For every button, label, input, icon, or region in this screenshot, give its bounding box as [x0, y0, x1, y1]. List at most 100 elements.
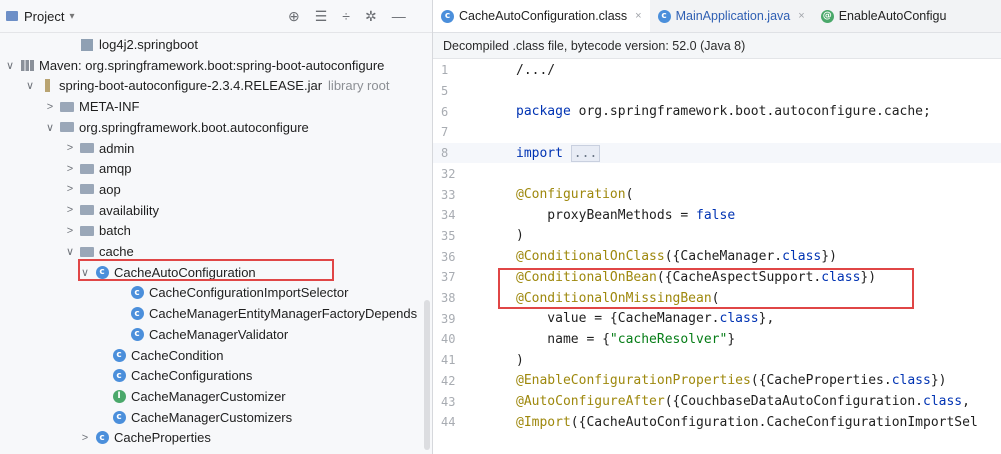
tree-item[interactable]: > c CacheProperties: [0, 427, 211, 448]
chevron-down-icon[interactable]: ∨: [3, 59, 17, 72]
chevron-right-icon[interactable]: >: [43, 101, 57, 113]
code-line: 40 name = {"cacheResolver"}: [433, 329, 1001, 350]
tree-item[interactable]: log4j2.springboot: [0, 34, 198, 55]
code-text: @ConditionalOnMissingBean(: [516, 290, 720, 306]
tree-item[interactable]: I CacheManagerCustomizer: [0, 386, 286, 407]
tree-item-label: CacheConfigurationImportSelector: [149, 285, 349, 301]
tree-item-label: CacheManagerValidator: [149, 326, 289, 342]
line-number: 1: [441, 63, 449, 78]
code-text: proxyBeanMethods = false: [516, 207, 736, 223]
tree-item[interactable]: c CacheManagerEntityManagerFactoryDepends: [0, 303, 417, 324]
tree-item-label: Maven: org.springframework.boot:spring-b…: [39, 57, 385, 73]
log-file-icon: [80, 38, 94, 52]
tree-item-label: cache: [99, 244, 134, 259]
tree-item-label: CacheAutoConfiguration: [114, 264, 256, 280]
expand-all-icon[interactable]: ☰: [315, 8, 328, 25]
hide-icon[interactable]: —: [392, 8, 406, 24]
line-number: 33: [441, 187, 456, 202]
tree-item-label: CacheManagerCustomizer: [131, 388, 286, 404]
tree-item[interactable]: ∨ c CacheAutoConfiguration: [0, 262, 256, 283]
class-icon: c: [112, 410, 126, 424]
code-text: ): [516, 352, 524, 368]
code-line: 42 @EnableConfigurationProperties({CacheP…: [433, 371, 1001, 392]
tree-item-label: CacheManagerCustomizers: [131, 409, 293, 425]
class-icon: c: [130, 286, 144, 300]
tree-item[interactable]: > aop: [0, 179, 121, 200]
editor-tab[interactable]: @ EnableAutoConfigu: [813, 0, 955, 32]
project-toolbar: ⊕ ☰ ÷ ✲ —: [288, 0, 406, 32]
line-number: 8: [441, 146, 449, 161]
interface-icon: I: [112, 389, 126, 403]
project-title[interactable]: Project: [24, 9, 64, 24]
code-line: 33 @Configuration(: [433, 184, 1001, 205]
close-icon[interactable]: ×: [635, 10, 641, 22]
tree-item[interactable]: > amqp: [0, 158, 132, 179]
collapse-all-icon[interactable]: ÷: [342, 8, 350, 24]
chevron-right-icon[interactable]: >: [63, 204, 77, 216]
tree-item-label: CacheConfigurations: [131, 368, 253, 384]
tree-item[interactable]: c CacheManagerValidator: [0, 324, 288, 345]
chevron-down-icon[interactable]: ∨: [63, 245, 77, 258]
editor-tab[interactable]: c MainApplication.java ×: [650, 0, 813, 32]
close-icon[interactable]: ×: [798, 10, 804, 22]
folder-icon: [80, 141, 94, 155]
chevron-right-icon[interactable]: >: [63, 225, 77, 237]
tree-item-label: CacheCondition: [131, 347, 224, 363]
tree-item[interactable]: c CacheConfigurationImportSelector: [0, 282, 348, 303]
project-icon: [6, 11, 18, 21]
tree-item[interactable]: ∨ org.springframework.boot.autoconfigure: [0, 117, 309, 138]
line-number: 35: [441, 228, 456, 243]
tab-label: CacheAutoConfiguration.class: [459, 9, 628, 23]
tree-item[interactable]: > META-INF: [0, 96, 140, 117]
tree-item[interactable]: > availability: [0, 200, 159, 221]
code-line: 38 @ConditionalOnMissingBean(: [433, 288, 1001, 309]
code-text: @ConditionalOnBean({CacheAspectSupport.c…: [516, 269, 877, 285]
folder-icon: [80, 203, 94, 217]
tree-item-label: availability: [99, 202, 159, 218]
line-number: 34: [441, 208, 456, 223]
line-number: 36: [441, 249, 456, 264]
class-icon: c: [441, 9, 454, 23]
tree-item-label: org.springframework.boot.autoconfigure: [79, 119, 309, 135]
tab-label: MainApplication.java: [675, 9, 791, 23]
code-line: 36 @ConditionalOnClass({CacheManager.clas…: [433, 246, 1001, 267]
chevron-down-icon[interactable]: ∨: [23, 79, 37, 92]
chevron-right-icon[interactable]: >: [63, 142, 77, 154]
chevron-down-icon[interactable]: ∨: [78, 266, 92, 279]
tree-item[interactable]: c CacheManagerCustomizers: [0, 407, 292, 428]
editor-tab[interactable]: c CacheAutoConfiguration.class ×: [433, 0, 650, 32]
tree-item-label: aop: [99, 181, 121, 197]
code-text: @EnableConfigurationProperties({CachePro…: [516, 373, 947, 389]
folder-icon: [80, 182, 94, 196]
tree-item[interactable]: ∨ cache: [0, 241, 134, 262]
code-text: @ConditionalOnClass({CacheManager.class}…: [516, 249, 837, 265]
folder-icon: [60, 120, 74, 134]
line-number: 43: [441, 394, 456, 409]
chevron-down-icon[interactable]: ▾: [69, 11, 74, 22]
chevron-right-icon[interactable]: >: [63, 183, 77, 195]
gear-icon[interactable]: ✲: [365, 8, 377, 25]
tree-item[interactable]: ∨ spring-boot-autoconfigure-2.3.4.RELEASE…: [0, 75, 390, 96]
tree-item[interactable]: > batch: [0, 220, 131, 241]
tree-item[interactable]: c CacheConfigurations: [0, 365, 252, 386]
tree-item[interactable]: > admin: [0, 138, 135, 159]
tree-item[interactable]: c CacheCondition: [0, 345, 224, 366]
maven-library-icon: [20, 58, 34, 72]
code-text: @AutoConfigureAfter({CouchbaseDataAutoCo…: [516, 394, 970, 410]
tree-scrollbar[interactable]: [424, 300, 430, 450]
chevron-right-icon[interactable]: >: [78, 432, 92, 444]
locate-icon[interactable]: ⊕: [288, 8, 300, 25]
code-line: 39 value = {CacheManager.class},: [433, 308, 1001, 329]
class-icon: c: [657, 9, 671, 23]
class-icon: c: [112, 369, 126, 383]
code-text: @Import({CacheAutoConfiguration.CacheCon…: [516, 414, 978, 430]
code-line: 5: [433, 81, 1001, 102]
tree-item[interactable]: ∨ Maven: org.springframework.boot:spring-…: [0, 55, 384, 76]
class-icon: c: [95, 265, 109, 279]
code-line: 37 @ConditionalOnBean({CacheAspectSupport…: [433, 267, 1001, 288]
chevron-right-icon[interactable]: >: [63, 163, 77, 175]
code-text: /.../: [516, 62, 556, 78]
chevron-down-icon[interactable]: ∨: [43, 121, 57, 134]
tree-item-label: admin: [99, 140, 135, 156]
class-icon: c: [130, 307, 144, 321]
